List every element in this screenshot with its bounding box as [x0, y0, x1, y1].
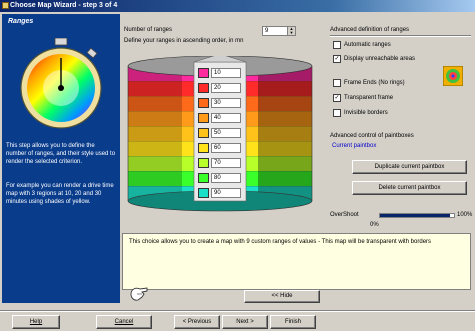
advanced-ranges-group-title: Advanced definition of ranges: [330, 27, 410, 33]
wizard-window: Choose Map Wizard - step 3 of 4 Ranges T…: [0, 0, 475, 331]
duplicate-paintbox-button[interactable]: Duplicate current paintbox: [352, 160, 467, 174]
range-color-swatch[interactable]: [198, 68, 209, 78]
range-color-swatch[interactable]: [198, 188, 209, 198]
range-value-input[interactable]: 10: [211, 68, 241, 78]
current-paintbox-link[interactable]: Current paintbox: [332, 142, 376, 150]
window-title: Choose Map Wizard - step 3 of 4: [10, 2, 118, 9]
stopwatch-icon: [20, 38, 102, 129]
left-panel: Ranges This step allows you to define th…: [2, 14, 120, 303]
range-band-right: [258, 96, 312, 111]
hide-button[interactable]: << Hide: [244, 290, 320, 303]
advanced-group-divider: [330, 35, 471, 37]
number-of-ranges-value: 9: [265, 28, 269, 34]
left-panel-description: This step allows you to define the numbe…: [6, 143, 116, 165]
transparent-frame-check[interactable]: ✓: [333, 94, 341, 102]
paintbox-group-title: Advanced control of paintboxes: [330, 133, 414, 139]
previous-button[interactable]: < Previous: [174, 315, 220, 329]
range-color-swatch[interactable]: [198, 113, 209, 123]
range-value-input[interactable]: 30: [211, 98, 241, 108]
next-button-label: Next >: [236, 319, 254, 325]
help-button-label: Help: [29, 319, 43, 325]
frame-ends-label: Frame Ends (No rings): [344, 80, 405, 86]
finish-button[interactable]: Finish: [270, 315, 316, 329]
range-band-left: [128, 171, 182, 186]
cancel-button-label: Cancel: [114, 319, 134, 325]
duplicate-paintbox-label: Duplicate current paintbox: [374, 164, 445, 170]
display-unreachable-label: Display unreachable areas: [344, 56, 416, 62]
range-band-right: [258, 156, 312, 171]
ranges-cylinder-chart: 10 20 30 40 50 60 70 80 90: [122, 53, 318, 222]
delete-paintbox-label: Delete current paintbox: [378, 185, 441, 191]
range-color-swatch[interactable]: [198, 158, 209, 168]
title-bar: Choose Map Wizard - step 3 of 4: [0, 0, 475, 12]
range-band-left: [128, 141, 182, 156]
range-band-right: [258, 141, 312, 156]
overshoot-label: OverShoot: [330, 212, 359, 218]
cancel-button[interactable]: Cancel: [96, 315, 152, 329]
invisible-borders-label: Invisible borders: [344, 110, 388, 116]
spinner-arrows-icon[interactable]: ▲ ▼: [287, 27, 295, 35]
range-band-right: [258, 111, 312, 126]
help-button[interactable]: Help: [12, 315, 60, 329]
frame-ends-check[interactable]: [333, 79, 341, 87]
range-band-right: [258, 171, 312, 186]
range-value-input[interactable]: 60: [211, 143, 241, 153]
map-preview-icon: [443, 66, 463, 86]
range-band-right: [258, 126, 312, 141]
range-color-swatch[interactable]: [198, 83, 209, 93]
range-value-input[interactable]: 80: [211, 173, 241, 183]
pointing-hand-icon: [130, 287, 148, 301]
comment-text: This choice allows you to create a map w…: [129, 239, 432, 245]
number-of-ranges-spinner[interactable]: 9 ▲ ▼: [262, 26, 296, 36]
range-band-left: [128, 126, 182, 141]
left-panel-example: For example you can render a drive time …: [6, 183, 114, 205]
automatic-ranges-label: Automatic ranges: [344, 42, 391, 48]
display-unreachable-check[interactable]: ✓: [333, 55, 341, 63]
overshoot-slider-fill: [380, 214, 451, 217]
number-of-ranges-label: Number of ranges: [124, 27, 173, 33]
range-value-input[interactable]: 50: [211, 128, 241, 138]
previous-button-label: < Previous: [182, 319, 212, 325]
range-band-left: [128, 96, 182, 111]
overshoot-max-label: 100%: [457, 212, 473, 218]
transparent-frame-label: Transparent frame: [344, 95, 394, 101]
range-color-swatch[interactable]: [198, 173, 209, 183]
range-value-input[interactable]: 90: [211, 188, 241, 198]
next-button[interactable]: Next >: [222, 315, 268, 329]
left-panel-title: Ranges: [8, 18, 34, 25]
range-color-swatch[interactable]: [198, 128, 209, 138]
comment-box: This choice allows you to create a map w…: [122, 233, 471, 290]
range-band-left: [128, 156, 182, 171]
overshoot-slider[interactable]: [379, 213, 455, 218]
automatic-ranges-check[interactable]: [333, 41, 341, 49]
invisible-borders-check[interactable]: [333, 109, 341, 117]
finish-button-label: Finish: [284, 319, 301, 325]
range-band-left: [128, 111, 182, 126]
range-value-input[interactable]: 40: [211, 113, 241, 123]
range-color-swatch[interactable]: [198, 98, 209, 108]
app-icon: [2, 2, 9, 9]
footer-divider: [0, 310, 475, 312]
overshoot-min-label: 0%: [370, 222, 379, 228]
range-color-swatch[interactable]: [198, 143, 209, 153]
range-value-input[interactable]: 20: [211, 83, 241, 93]
range-band-right: [258, 81, 312, 96]
define-ranges-label: Define your ranges in ascending order, i…: [124, 38, 244, 44]
range-band-left: [128, 81, 182, 96]
range-value-input[interactable]: 70: [211, 158, 241, 168]
hide-button-label: << Hide: [271, 293, 293, 299]
delete-paintbox-button[interactable]: Delete current paintbox: [352, 181, 467, 195]
